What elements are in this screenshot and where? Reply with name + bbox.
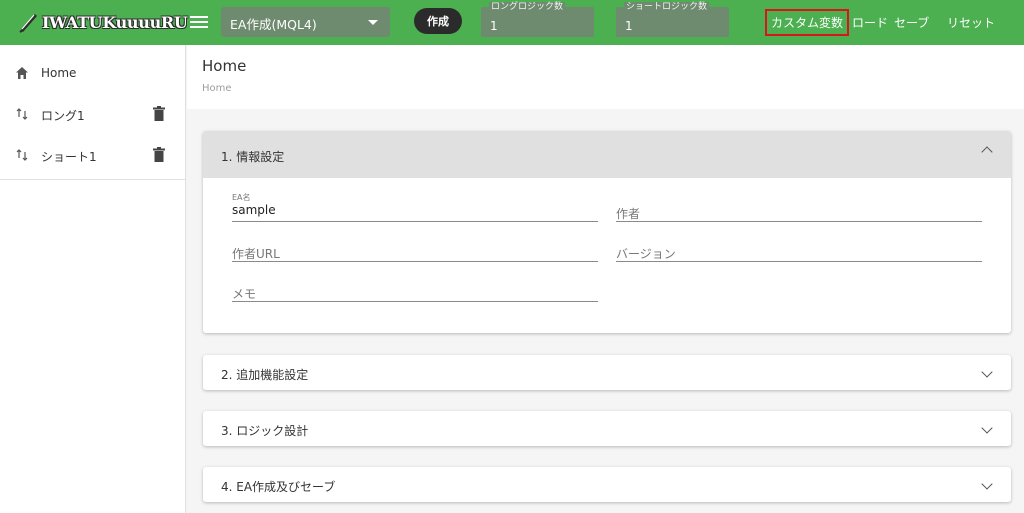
custom-variable-button[interactable]: カスタム変数 (765, 9, 849, 36)
create-button[interactable]: 作成 (414, 8, 462, 34)
version-field[interactable]: バージョン (616, 232, 982, 262)
logo-text: IWATUKuuuuRU (42, 12, 188, 32)
page-header: Home Home (187, 45, 1024, 109)
sidebar-divider (0, 179, 186, 180)
pen-logo-icon (18, 11, 40, 33)
reset-button[interactable]: リセット (947, 14, 995, 31)
chevron-up-icon (981, 146, 993, 158)
author-url-field[interactable]: 作者URL (232, 232, 598, 262)
sidebar-item-label: ショート1 (41, 150, 97, 164)
chevron-down-icon (981, 478, 993, 490)
sort-arrows-icon (14, 147, 30, 163)
panel-header-additional-features[interactable]: 2. 追加機能設定 (203, 355, 1011, 391)
author-placeholder: 作者 (616, 207, 641, 221)
ea-name-field[interactable]: EA名 sample (232, 192, 598, 222)
sidebar-item-short1[interactable]: ショート1 (0, 135, 186, 175)
trash-icon[interactable] (153, 147, 165, 162)
memo-placeholder: メモ (232, 287, 257, 301)
breadcrumb[interactable]: Home (202, 83, 232, 94)
panel-header-info-settings[interactable]: 1. 情報設定 (203, 131, 1011, 178)
panel-header-ea-create-save[interactable]: 4. EA作成及びセーブ (203, 467, 1011, 503)
panel-title: 4. EA作成及びセーブ (221, 480, 336, 494)
ea-type-select-value: EA作成(MQL4) (230, 17, 317, 32)
sort-arrows-icon (14, 106, 30, 122)
home-icon (14, 65, 30, 81)
save-button[interactable]: セーブ (894, 14, 929, 31)
long-logic-count-value: 1 (490, 19, 498, 33)
panel-logic-design: 3. ロジック設計 (203, 411, 1011, 446)
trash-icon[interactable] (153, 106, 165, 121)
chevron-down-icon (981, 422, 993, 434)
caret-down-icon (368, 20, 378, 25)
app-bar: IWATUKuuuuRU EA作成(MQL4) 作成 ロングロジック数 1 ショ… (0, 0, 1024, 45)
ea-name-value: sample (232, 203, 276, 217)
short-logic-count-field[interactable]: ショートロジック数 1 (616, 2, 729, 37)
version-placeholder: バージョン (616, 247, 676, 261)
short-logic-count-label: ショートロジック数 (624, 2, 710, 12)
long-logic-count-field[interactable]: ロングロジック数 1 (481, 2, 594, 37)
short-logic-count-value: 1 (625, 19, 633, 33)
page-title: Home (202, 57, 247, 75)
long-logic-count-label: ロングロジック数 (489, 2, 566, 12)
load-button[interactable]: ロード (852, 14, 888, 31)
sidebar-item-home[interactable]: Home (0, 53, 186, 93)
panel-ea-create-save: 4. EA作成及びセーブ (203, 467, 1011, 502)
sidebar: Home ロング1 ショート1 (0, 45, 186, 513)
sidebar-item-label: Home (41, 66, 77, 80)
panel-title: 1. 情報設定 (221, 150, 285, 164)
ea-type-select[interactable]: EA作成(MQL4) (221, 7, 390, 37)
panel-additional-features: 2. 追加機能設定 (203, 355, 1011, 390)
hamburger-menu-icon[interactable] (190, 13, 208, 31)
panel-header-logic-design[interactable]: 3. ロジック設計 (203, 411, 1011, 447)
ea-name-label: EA名 (232, 193, 251, 202)
panel-title: 3. ロジック設計 (221, 424, 309, 438)
author-field[interactable]: 作者 (616, 192, 982, 222)
panel-title: 2. 追加機能設定 (221, 368, 309, 382)
author-url-placeholder: 作者URL (232, 247, 280, 261)
logo: IWATUKuuuuRU (18, 8, 188, 36)
sidebar-item-label: ロング1 (41, 109, 85, 123)
memo-field[interactable]: メモ (232, 272, 598, 302)
sidebar-item-long1[interactable]: ロング1 (0, 94, 186, 134)
panel-info-settings: 1. 情報設定 EA名 sample 作者 作者URL バージョン メモ (203, 131, 1011, 333)
chevron-down-icon (981, 366, 993, 378)
